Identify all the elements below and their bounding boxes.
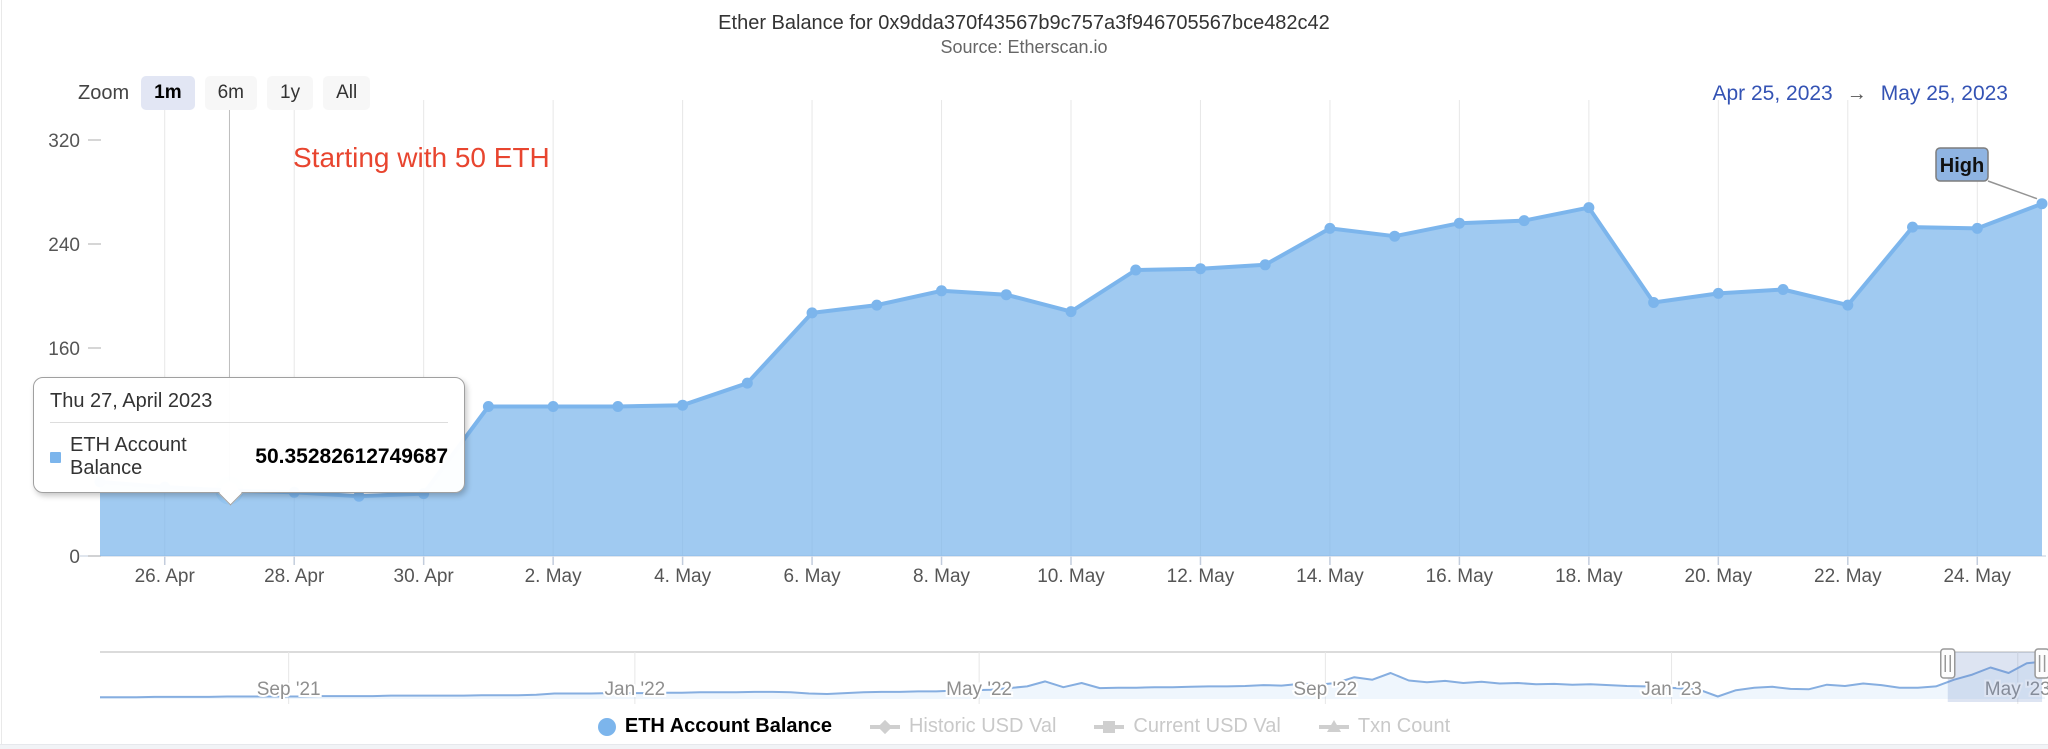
x-tick-label: 8. May: [913, 566, 971, 587]
data-point[interactable]: [1259, 259, 1271, 271]
x-tick-label: 14. May: [1296, 566, 1364, 587]
diamond-marker-icon: [869, 719, 900, 734]
x-tick-label: 26. Apr: [135, 566, 196, 587]
legend-item-historic-usd[interactable]: Historic USD Val: [869, 715, 1057, 738]
x-tick-label: 20. May: [1685, 566, 1753, 587]
zoom-button-1m[interactable]: 1m: [141, 76, 195, 110]
zoom-button-1y[interactable]: 1y: [267, 76, 314, 110]
navigator-area: [100, 661, 2045, 699]
legend-label: Current USD Val: [1133, 715, 1281, 737]
x-tick-label: 10. May: [1037, 566, 1105, 587]
series-swatch-icon: [50, 451, 61, 463]
triangle-marker-icon: [1318, 719, 1349, 734]
y-tick-label: 240: [48, 235, 80, 256]
data-point[interactable]: [1000, 289, 1012, 301]
navigator-label: Sep '21: [257, 679, 321, 700]
y-tick-label: 160: [48, 339, 80, 360]
data-point[interactable]: [1648, 297, 1660, 308]
page-bottom-edge: [0, 744, 2048, 749]
range-selector: Zoom 1m 6m 1y All: [78, 76, 371, 110]
data-point[interactable]: [2036, 198, 2048, 210]
data-point[interactable]: [1389, 230, 1401, 242]
page-left-edge: [1, 0, 2, 745]
flag-connector: [1987, 180, 2038, 200]
tooltip: Thu 27, April 2023 ETH Account Balance 5…: [33, 377, 465, 506]
chart-page: 26. Apr 28. Apr 30. Apr 2. May 4. May 6. May 8…: [0, 0, 2048, 749]
x-tick-label: 24. May: [1943, 566, 2011, 587]
data-point[interactable]: [1712, 287, 1724, 299]
data-point[interactable]: [1842, 299, 1854, 311]
legend-label: Historic USD Val: [908, 715, 1057, 737]
chart-canvas: 26. Apr 28. Apr 30. Apr 2. May 4. May 6. May 8…: [48, 100, 2048, 704]
x-tick-label: 2. May: [525, 566, 583, 587]
data-point[interactable]: [1065, 306, 1077, 318]
from-date[interactable]: Apr 25, 2023: [1712, 82, 1832, 106]
chart-title: Ether Balance for 0x9dda370f43567b9c757a…: [718, 12, 1330, 34]
circle-marker-icon: [597, 717, 616, 736]
x-tick-label: 22. May: [1814, 566, 1882, 587]
data-point[interactable]: [547, 401, 559, 412]
navigator-handle-right[interactable]: [2034, 648, 2048, 679]
data-point[interactable]: [677, 399, 689, 411]
date-range: Apr 25, 2023 → May 25, 2023: [1712, 82, 2008, 106]
high-flag-label: High: [1940, 155, 1984, 177]
x-tick-label: 12. May: [1167, 566, 1235, 587]
data-point[interactable]: [1583, 202, 1595, 214]
navigator-selected-range[interactable]: [1947, 652, 2043, 702]
legend-label: Txn Count: [1357, 715, 1451, 737]
data-point[interactable]: [806, 307, 818, 319]
data-point[interactable]: [871, 299, 883, 311]
data-point[interactable]: [482, 401, 494, 412]
data-point[interactable]: [1518, 215, 1530, 227]
data-point[interactable]: [1453, 217, 1465, 229]
data-point[interactable]: [1907, 221, 1919, 233]
navigator-label: Sep '22: [1293, 679, 1357, 700]
legend: ETH Account Balance Historic USD Val Cur…: [0, 715, 2048, 738]
tooltip-value: 50.35282612749687: [255, 445, 448, 468]
x-tick-label: 18. May: [1555, 566, 1623, 587]
annotation-text: Starting with 50 ETH: [293, 142, 550, 173]
x-tick-label: 16. May: [1426, 566, 1494, 587]
data-point[interactable]: [1194, 263, 1206, 275]
navigator-label: Jan '22: [605, 679, 666, 700]
data-point[interactable]: [1971, 222, 1983, 234]
arrow-icon: →: [1846, 82, 1867, 105]
zoom-label: Zoom: [78, 81, 130, 104]
data-point[interactable]: [612, 401, 624, 412]
navigator-label: May '22: [946, 679, 1012, 700]
data-point[interactable]: [936, 285, 948, 297]
legend-item-current-usd[interactable]: Current USD Val: [1094, 715, 1281, 738]
data-point[interactable]: [1324, 222, 1336, 234]
square-marker-icon: [1094, 719, 1125, 734]
y-tick-label: 0: [69, 547, 80, 568]
data-point[interactable]: [1130, 264, 1142, 276]
tooltip-series-name: ETH Account Balance: [70, 434, 187, 479]
y-tick-label: 320: [48, 131, 80, 152]
navigator-handle-left[interactable]: [1940, 648, 1956, 679]
zoom-button-all[interactable]: All: [323, 76, 371, 110]
zoom-button-6m[interactable]: 6m: [204, 76, 257, 110]
legend-item-txn-count[interactable]: Txn Count: [1318, 715, 1451, 738]
data-point[interactable]: [741, 377, 753, 389]
x-tick-label: 4. May: [654, 566, 712, 587]
legend-item-eth-balance[interactable]: ETH Account Balance: [597, 715, 832, 738]
x-tick-label: 28. Apr: [264, 566, 325, 587]
to-date[interactable]: May 25, 2023: [1881, 82, 2008, 106]
data-point[interactable]: [1777, 284, 1789, 295]
x-tick-label: 30. Apr: [394, 566, 455, 587]
navigator-label: Jan '23: [1641, 679, 1702, 700]
legend-label: ETH Account Balance: [624, 715, 832, 737]
x-tick-label: 6. May: [784, 566, 842, 587]
tooltip-date: Thu 27, April 2023: [50, 390, 448, 423]
chart-subtitle: Source: Etherscan.io: [940, 37, 1108, 57]
